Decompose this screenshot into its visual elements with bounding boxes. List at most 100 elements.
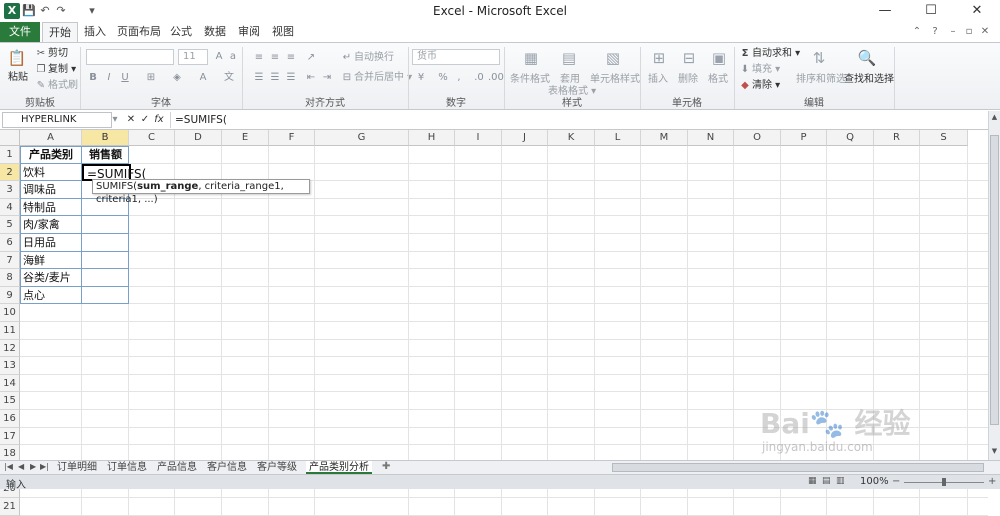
orientation-icon[interactable]: ↗ bbox=[304, 51, 318, 65]
row-header-3[interactable]: 3 bbox=[0, 181, 20, 199]
align-left-icon[interactable]: ☰ bbox=[252, 71, 266, 85]
row-header-12[interactable]: 12 bbox=[0, 339, 20, 358]
row-header-9[interactable]: 9 bbox=[0, 286, 20, 305]
prev-sheet-icon[interactable]: ◀ bbox=[18, 462, 24, 471]
format-cells-icon[interactable]: ▣ bbox=[708, 47, 730, 69]
tab-insert[interactable]: 插入 bbox=[80, 22, 110, 42]
insert-sheet-icon[interactable]: ✚ bbox=[382, 461, 390, 472]
column-header-n[interactable]: N bbox=[688, 130, 734, 146]
tab-file[interactable]: 文件 bbox=[0, 22, 40, 42]
row-header-14[interactable]: 14 bbox=[0, 374, 20, 393]
align-right-icon[interactable]: ☰ bbox=[284, 71, 298, 85]
cell-category[interactable]: 日用品 bbox=[20, 234, 82, 252]
align-center-icon[interactable]: ☰ bbox=[268, 71, 282, 85]
format-cells-button[interactable]: 格式 bbox=[708, 73, 728, 87]
sheet-tab-customer-levels[interactable]: 客户等级 bbox=[254, 461, 300, 474]
cell-styles-button[interactable]: 单元格样式 bbox=[590, 73, 640, 87]
row-header-1[interactable]: 1 bbox=[0, 146, 20, 164]
row-header-17[interactable]: 17 bbox=[0, 427, 20, 446]
zoom-level[interactable]: 100% bbox=[860, 476, 889, 487]
name-box-dropdown-icon[interactable]: ▾ bbox=[108, 113, 122, 127]
format-as-table-icon[interactable]: ▤ bbox=[558, 47, 580, 69]
row-header-15[interactable]: 15 bbox=[0, 392, 20, 410]
page-break-view-icon[interactable]: ▥ bbox=[836, 476, 845, 486]
column-header-p[interactable]: P bbox=[781, 130, 827, 146]
currency-icon[interactable]: ¥ bbox=[414, 71, 428, 85]
row-header-7[interactable]: 7 bbox=[0, 251, 20, 270]
fill-color-icon[interactable]: ◈ bbox=[170, 71, 184, 85]
cell-category[interactable]: 海鲜 bbox=[20, 252, 82, 270]
tab-page-layout[interactable]: 页面布局 bbox=[114, 22, 164, 42]
help-icon[interactable]: ? bbox=[928, 25, 942, 39]
cut-icon[interactable]: ✂ bbox=[34, 47, 48, 61]
autosum-icon[interactable]: Σ bbox=[738, 47, 752, 61]
horizontal-scrollbar[interactable] bbox=[612, 463, 984, 472]
decrease-decimal-icon[interactable]: .00 bbox=[488, 71, 504, 85]
find-select-button[interactable]: 查找和选择 bbox=[844, 73, 894, 87]
align-top-icon[interactable]: ≡ bbox=[252, 51, 266, 65]
tab-review[interactable]: 审阅 bbox=[234, 22, 264, 42]
merge-center-button[interactable]: 合并后居中 ▾ bbox=[354, 71, 412, 85]
column-header-k[interactable]: K bbox=[548, 130, 595, 146]
phonetic-icon[interactable]: 文 bbox=[222, 71, 236, 85]
close-icon[interactable]: ✕ bbox=[954, 0, 1000, 22]
font-size-combo[interactable]: 11 bbox=[178, 49, 208, 65]
zoom-out-icon[interactable]: − bbox=[892, 476, 900, 487]
paste-icon[interactable]: 📋 bbox=[6, 47, 28, 69]
align-middle-icon[interactable]: ≡ bbox=[268, 51, 282, 65]
name-box[interactable]: HYPERLINK bbox=[2, 112, 112, 128]
tooltip-bold-arg[interactable]: sum_range bbox=[137, 181, 198, 192]
sheet-tab-orders-detail[interactable]: 订单明细 bbox=[54, 461, 100, 474]
cell-category[interactable]: 谷类/麦片 bbox=[20, 269, 82, 287]
column-header-r[interactable]: R bbox=[874, 130, 920, 146]
scroll-down-icon[interactable]: ▼ bbox=[990, 447, 999, 456]
copy-button[interactable]: 复制 ▾ bbox=[48, 63, 76, 77]
number-format-combo[interactable]: 货币 bbox=[412, 49, 500, 65]
row-header-11[interactable]: 11 bbox=[0, 322, 20, 340]
shrink-font-icon[interactable]: a bbox=[226, 50, 240, 64]
grow-font-icon[interactable]: A bbox=[212, 50, 226, 64]
fill-icon[interactable]: ⬇ bbox=[738, 63, 752, 77]
insert-function-icon[interactable]: fx bbox=[152, 113, 166, 127]
format-as-table-button-2[interactable]: 表格格式 ▾ bbox=[548, 85, 596, 99]
maximize-icon[interactable]: ☐ bbox=[908, 0, 954, 22]
cell-category[interactable]: 特制品 bbox=[20, 199, 82, 217]
cell-a1-header[interactable]: 产品类别 bbox=[20, 146, 82, 164]
column-header-i[interactable]: I bbox=[455, 130, 502, 146]
cancel-entry-icon[interactable]: ✕ bbox=[124, 113, 138, 127]
formula-input[interactable]: =SUMIFS( bbox=[170, 112, 988, 128]
column-header-b[interactable]: B bbox=[82, 130, 129, 146]
column-header-c[interactable]: C bbox=[129, 130, 175, 146]
page-layout-view-icon[interactable]: ▤ bbox=[822, 476, 831, 486]
comma-icon[interactable]: , bbox=[452, 71, 466, 85]
format-painter-icon[interactable]: ✎ bbox=[34, 79, 48, 93]
column-header-q[interactable]: Q bbox=[827, 130, 874, 146]
select-all-corner[interactable] bbox=[0, 130, 20, 146]
workbook-minimize-icon[interactable]: – bbox=[946, 25, 960, 39]
increase-indent-icon[interactable]: ⇥ bbox=[320, 71, 334, 85]
find-select-icon[interactable]: 🔍 bbox=[856, 47, 878, 69]
format-painter-button[interactable]: 格式刷 bbox=[48, 79, 78, 93]
cell-category[interactable]: 肉/家禽 bbox=[20, 216, 82, 234]
row-header-2[interactable]: 2 bbox=[0, 163, 20, 182]
column-header-h[interactable]: H bbox=[409, 130, 455, 146]
tab-view[interactable]: 视图 bbox=[268, 22, 298, 42]
cell-b1-header[interactable]: 销售额 bbox=[82, 146, 129, 164]
autosum-button[interactable]: 自动求和 ▾ bbox=[752, 47, 800, 61]
cell-category[interactable]: 调味品 bbox=[20, 181, 82, 199]
copy-icon[interactable]: ❐ bbox=[34, 63, 48, 77]
border-icon[interactable]: ⊞ bbox=[144, 71, 158, 85]
column-header-j[interactable]: J bbox=[502, 130, 548, 146]
column-header-o[interactable]: O bbox=[734, 130, 781, 146]
cell-category[interactable]: 饮料 bbox=[20, 164, 82, 182]
column-header-m[interactable]: M bbox=[641, 130, 688, 146]
next-sheet-icon[interactable]: ▶ bbox=[30, 462, 36, 471]
conditional-format-icon[interactable]: ▦ bbox=[520, 47, 542, 69]
column-header-l[interactable]: L bbox=[595, 130, 641, 146]
vertical-scroll-thumb[interactable] bbox=[990, 135, 999, 425]
delete-cells-icon[interactable]: ⊟ bbox=[678, 47, 700, 69]
confirm-entry-icon[interactable]: ✓ bbox=[138, 113, 152, 127]
column-header-e[interactable]: E bbox=[222, 130, 269, 146]
column-header-f[interactable]: F bbox=[269, 130, 315, 146]
tooltip-function-name[interactable]: SUMIFS( bbox=[96, 181, 137, 192]
